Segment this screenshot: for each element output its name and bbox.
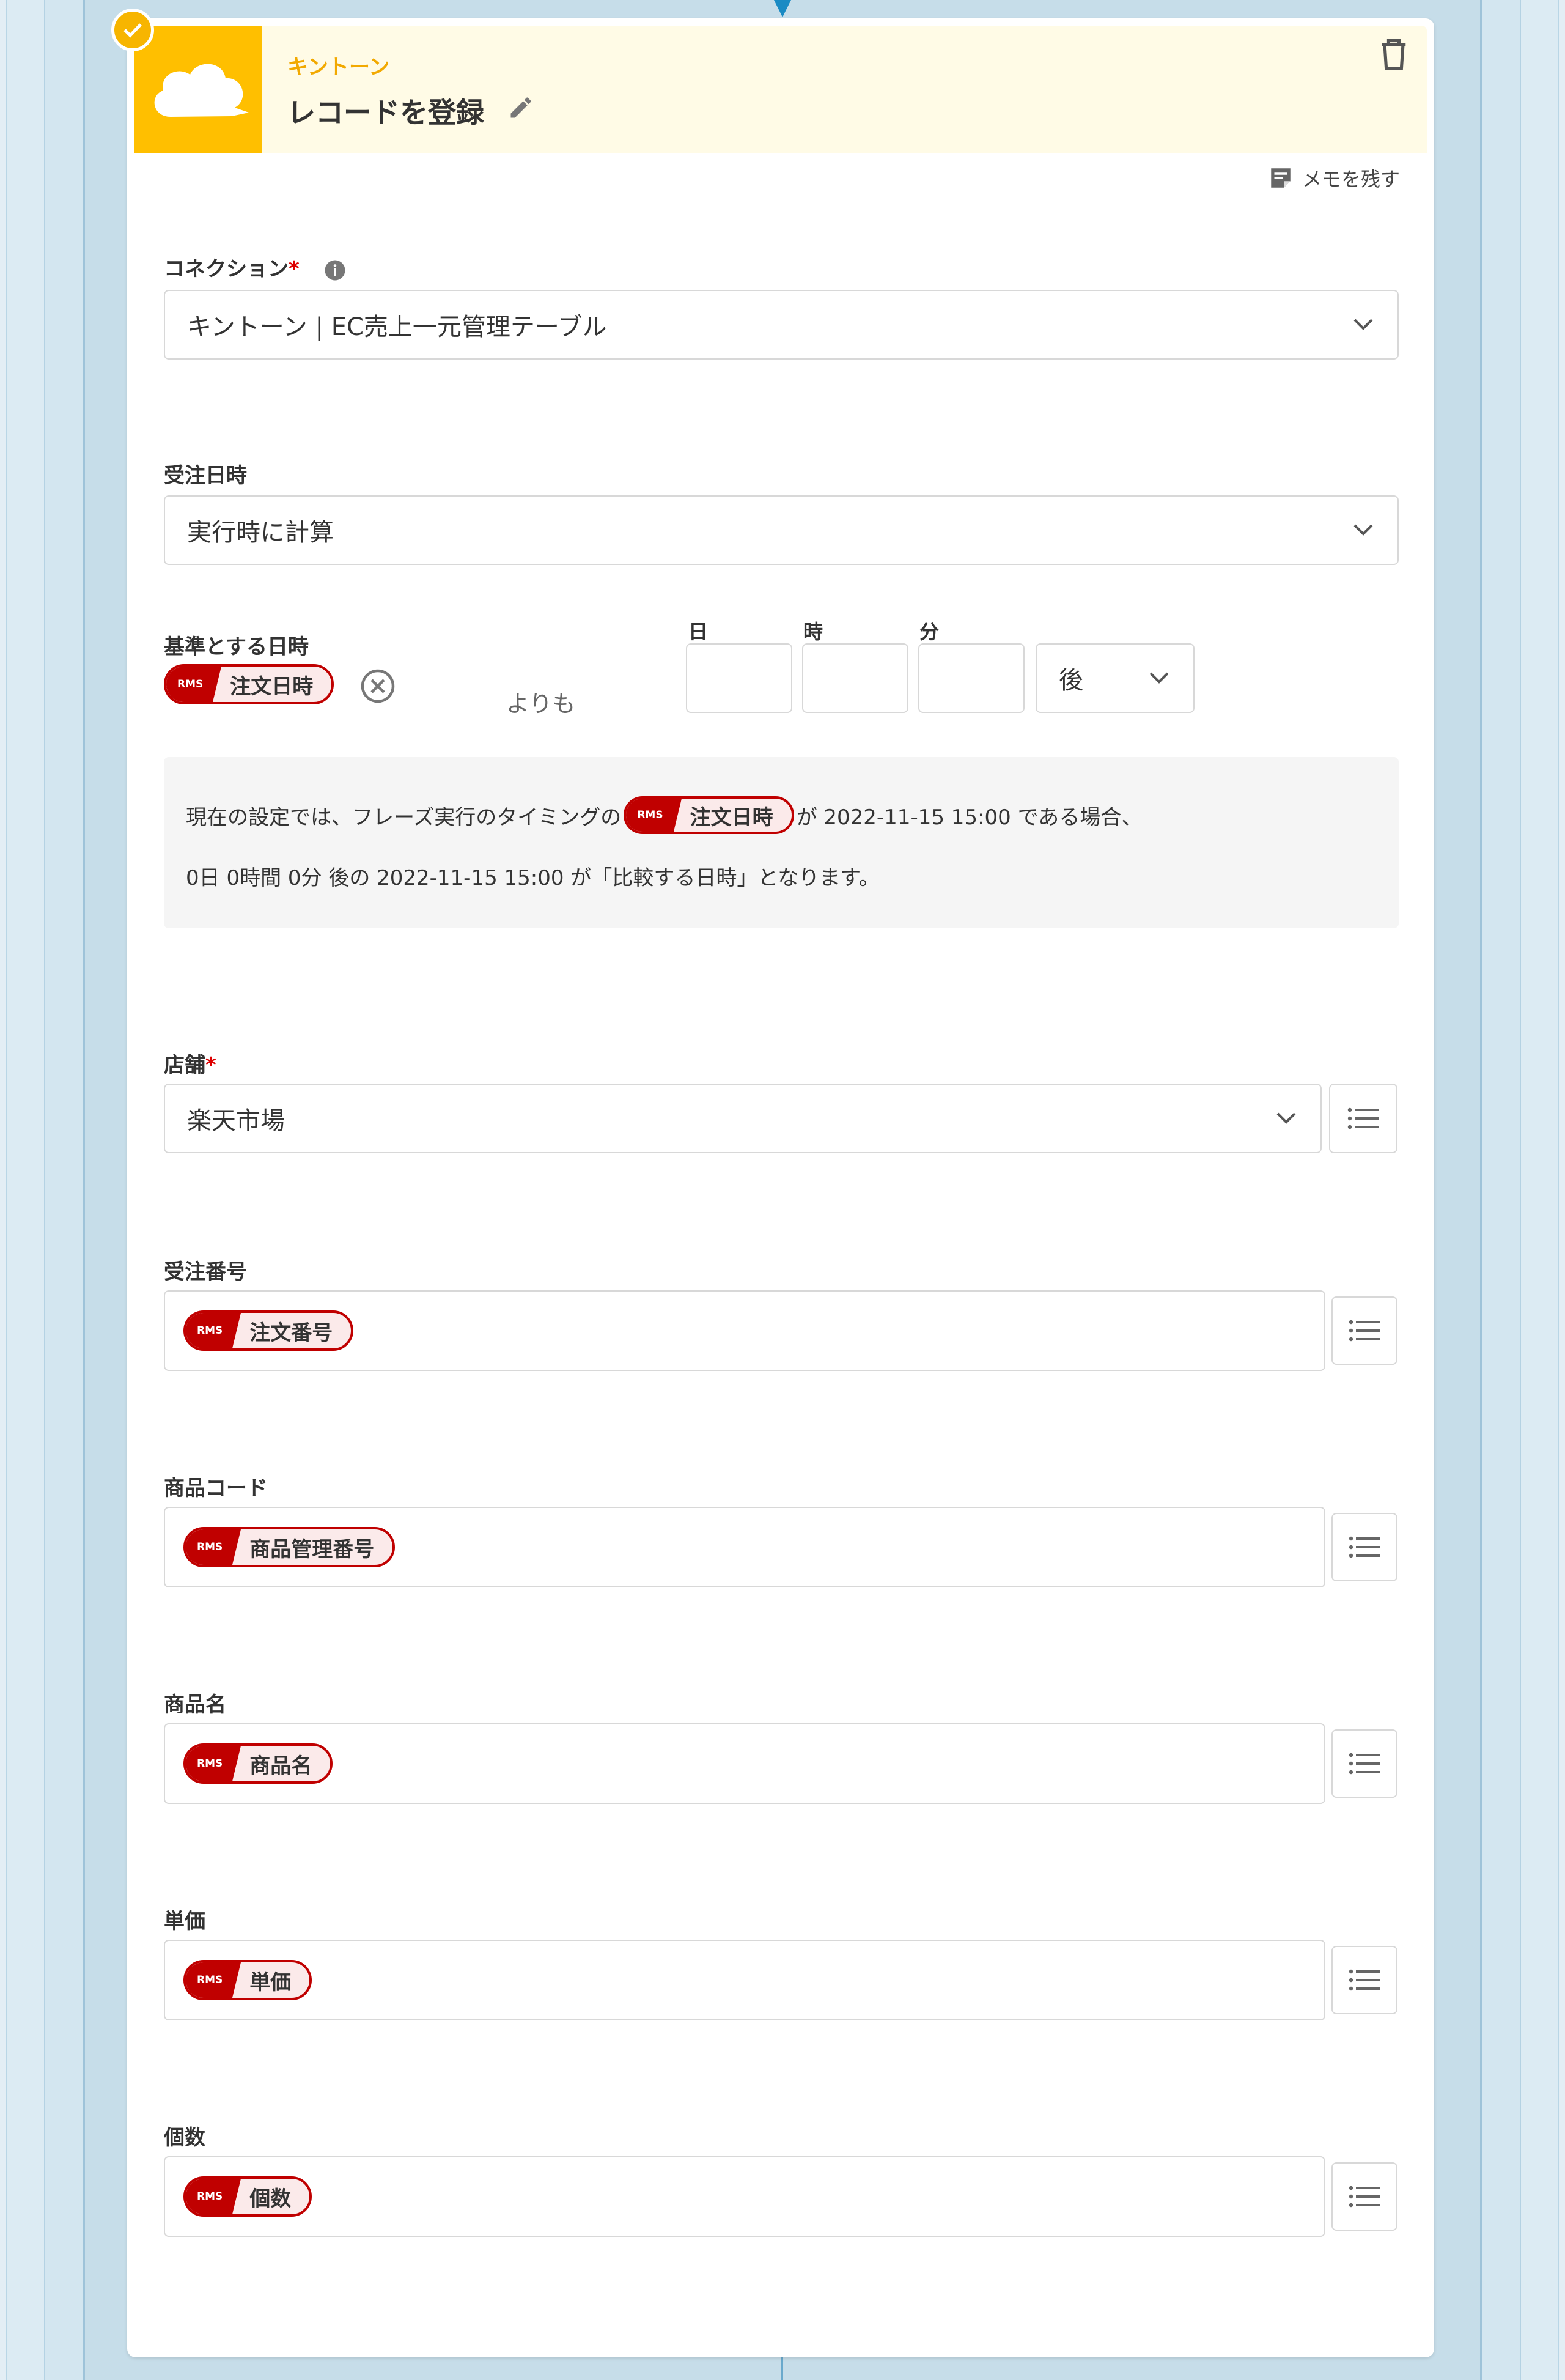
memo-icon [1271, 168, 1291, 188]
base-datetime-token[interactable]: RMS 注文日時 [164, 664, 334, 704]
list-icon [1349, 1753, 1380, 1775]
note-prefix: 現在の設定では、フレーズ実行のタイミングの [186, 805, 622, 830]
token-name: 商品管理番号 [249, 1537, 375, 1562]
token-name: 商品名 [249, 1753, 312, 1778]
field-input[interactable]: RMS 注文番号 [164, 1290, 1325, 1371]
rms-badge: RMS [186, 1313, 241, 1348]
minute-label: 分 [919, 620, 940, 643]
pencil-icon[interactable] [507, 94, 534, 121]
step-complete-badge [111, 9, 154, 51]
order-datetime-mode-value: 実行時に計算 [187, 519, 334, 547]
chevron-down-icon [1353, 319, 1373, 330]
field-label: 受注番号 [164, 1260, 247, 1284]
step-title: レコードを登録 [287, 96, 484, 129]
field-input[interactable]: RMS 商品管理番号 [164, 1507, 1325, 1587]
token-name: 個数 [249, 2186, 292, 2211]
field-label: 単価 [164, 1909, 205, 1934]
token-name: 単価 [249, 1970, 292, 1995]
memo-button[interactable]: メモを残す [1268, 164, 1400, 192]
calculation-note: 現在の設定では、フレーズ実行のタイミングの RMS 注文日時 が 2022-11… [164, 757, 1399, 928]
rms-badge: RMS [186, 1529, 241, 1565]
field-list-button[interactable] [1331, 1296, 1397, 1365]
rms-token[interactable]: RMS 商品管理番号 [183, 1527, 396, 1567]
token-name: 注文日時 [690, 805, 773, 830]
connection-value: キントーン | EC売上一元管理テーブル [187, 313, 607, 341]
trash-icon[interactable] [1378, 35, 1410, 72]
rms-badge: RMS [186, 1746, 241, 1781]
store-value: 楽天市場 [187, 1107, 285, 1135]
base-datetime-label: 基準とする日時 [164, 635, 309, 659]
field-input[interactable]: RMS 商品名 [164, 1723, 1325, 1804]
field-input[interactable]: RMS 単価 [164, 1940, 1325, 2020]
rms-token[interactable]: RMS 単価 [183, 1960, 312, 2000]
direction-select[interactable]: 後 [1036, 643, 1195, 713]
field-list-button[interactable] [1331, 1729, 1397, 1798]
check-icon [123, 23, 142, 38]
app-name: キントーン [287, 55, 390, 79]
list-icon [1347, 1107, 1379, 1129]
rms-token: RMS 注文日時 [164, 664, 334, 704]
field-label: 商品コード [164, 1476, 268, 1501]
note-line-1: 現在の設定では、フレーズ実行のタイミングの RMS 注文日時 が 2022-11… [186, 796, 1142, 834]
rms-token[interactable]: RMS 個数 [183, 2176, 312, 2217]
minute-input[interactable] [918, 643, 1025, 713]
direction-value: 後 [1059, 667, 1083, 695]
connector-line [781, 2357, 783, 2380]
day-label: 日 [688, 620, 709, 643]
rms-badge: RMS [166, 667, 222, 702]
store-select[interactable]: 楽天市場 [164, 1084, 1322, 1153]
rms-token[interactable]: RMS 注文番号 [183, 1310, 354, 1351]
store-label: 店舗* [164, 1048, 216, 1078]
rms-badge: RMS [186, 1962, 241, 1998]
order-datetime-label: 受注日時 [164, 464, 247, 488]
store-label-text: 店舗 [164, 1053, 205, 1077]
rms-token: RMS 注文日時 [624, 796, 794, 834]
field-list-button[interactable] [1331, 1946, 1397, 2014]
store-list-button[interactable] [1329, 1084, 1397, 1153]
list-icon [1349, 1536, 1380, 1558]
note-suffix: が 2022-11-15 15:00 である場合、 [796, 805, 1143, 830]
list-icon [1349, 2186, 1380, 2208]
connection-label-text: コネクション [164, 257, 289, 281]
connector-arrow-icon [774, 0, 791, 17]
chevron-down-icon [1353, 524, 1373, 536]
list-icon [1349, 1969, 1380, 1991]
note-line-2: 0日 0時間 0分 後の 2022-11-15 15:00 が「比較する日時」と… [186, 866, 880, 890]
token-name: 注文番号 [249, 1320, 333, 1345]
field-list-button[interactable] [1331, 2162, 1397, 2231]
field-list-button[interactable] [1331, 1513, 1397, 1581]
connection-label: コネクション* [164, 252, 346, 282]
required-mark: * [289, 257, 300, 281]
order-datetime-mode-select[interactable]: 実行時に計算 [164, 495, 1399, 565]
field-input[interactable]: RMS 個数 [164, 2156, 1325, 2237]
required-mark: * [205, 1053, 216, 1077]
rms-badge: RMS [186, 2179, 241, 2214]
step-card: キントーン レコードを登録 メモを残す コネクション* キントーン | EC売上… [127, 18, 1434, 2357]
list-icon [1349, 1320, 1380, 1342]
chevron-down-icon [1149, 672, 1169, 684]
step-header [134, 26, 1427, 153]
rms-badge: RMS [626, 799, 682, 832]
rms-token[interactable]: RMS 商品名 [183, 1743, 333, 1784]
field-label: 商品名 [164, 1693, 226, 1717]
day-input[interactable] [686, 643, 792, 713]
token-name: 注文日時 [230, 674, 314, 699]
hour-input[interactable] [802, 643, 908, 713]
connection-select[interactable]: キントーン | EC売上一元管理テーブル [164, 290, 1399, 360]
kintone-logo [134, 26, 262, 153]
clear-circle-icon[interactable] [359, 668, 396, 704]
hour-label: 時 [803, 620, 823, 643]
kintone-cloud-icon [154, 64, 249, 117]
memo-label: メモを残す [1302, 168, 1400, 191]
than-text: よりも [506, 690, 576, 717]
chevron-down-icon [1276, 1112, 1296, 1124]
info-icon[interactable] [324, 259, 346, 281]
field-label: 個数 [164, 2126, 205, 2150]
